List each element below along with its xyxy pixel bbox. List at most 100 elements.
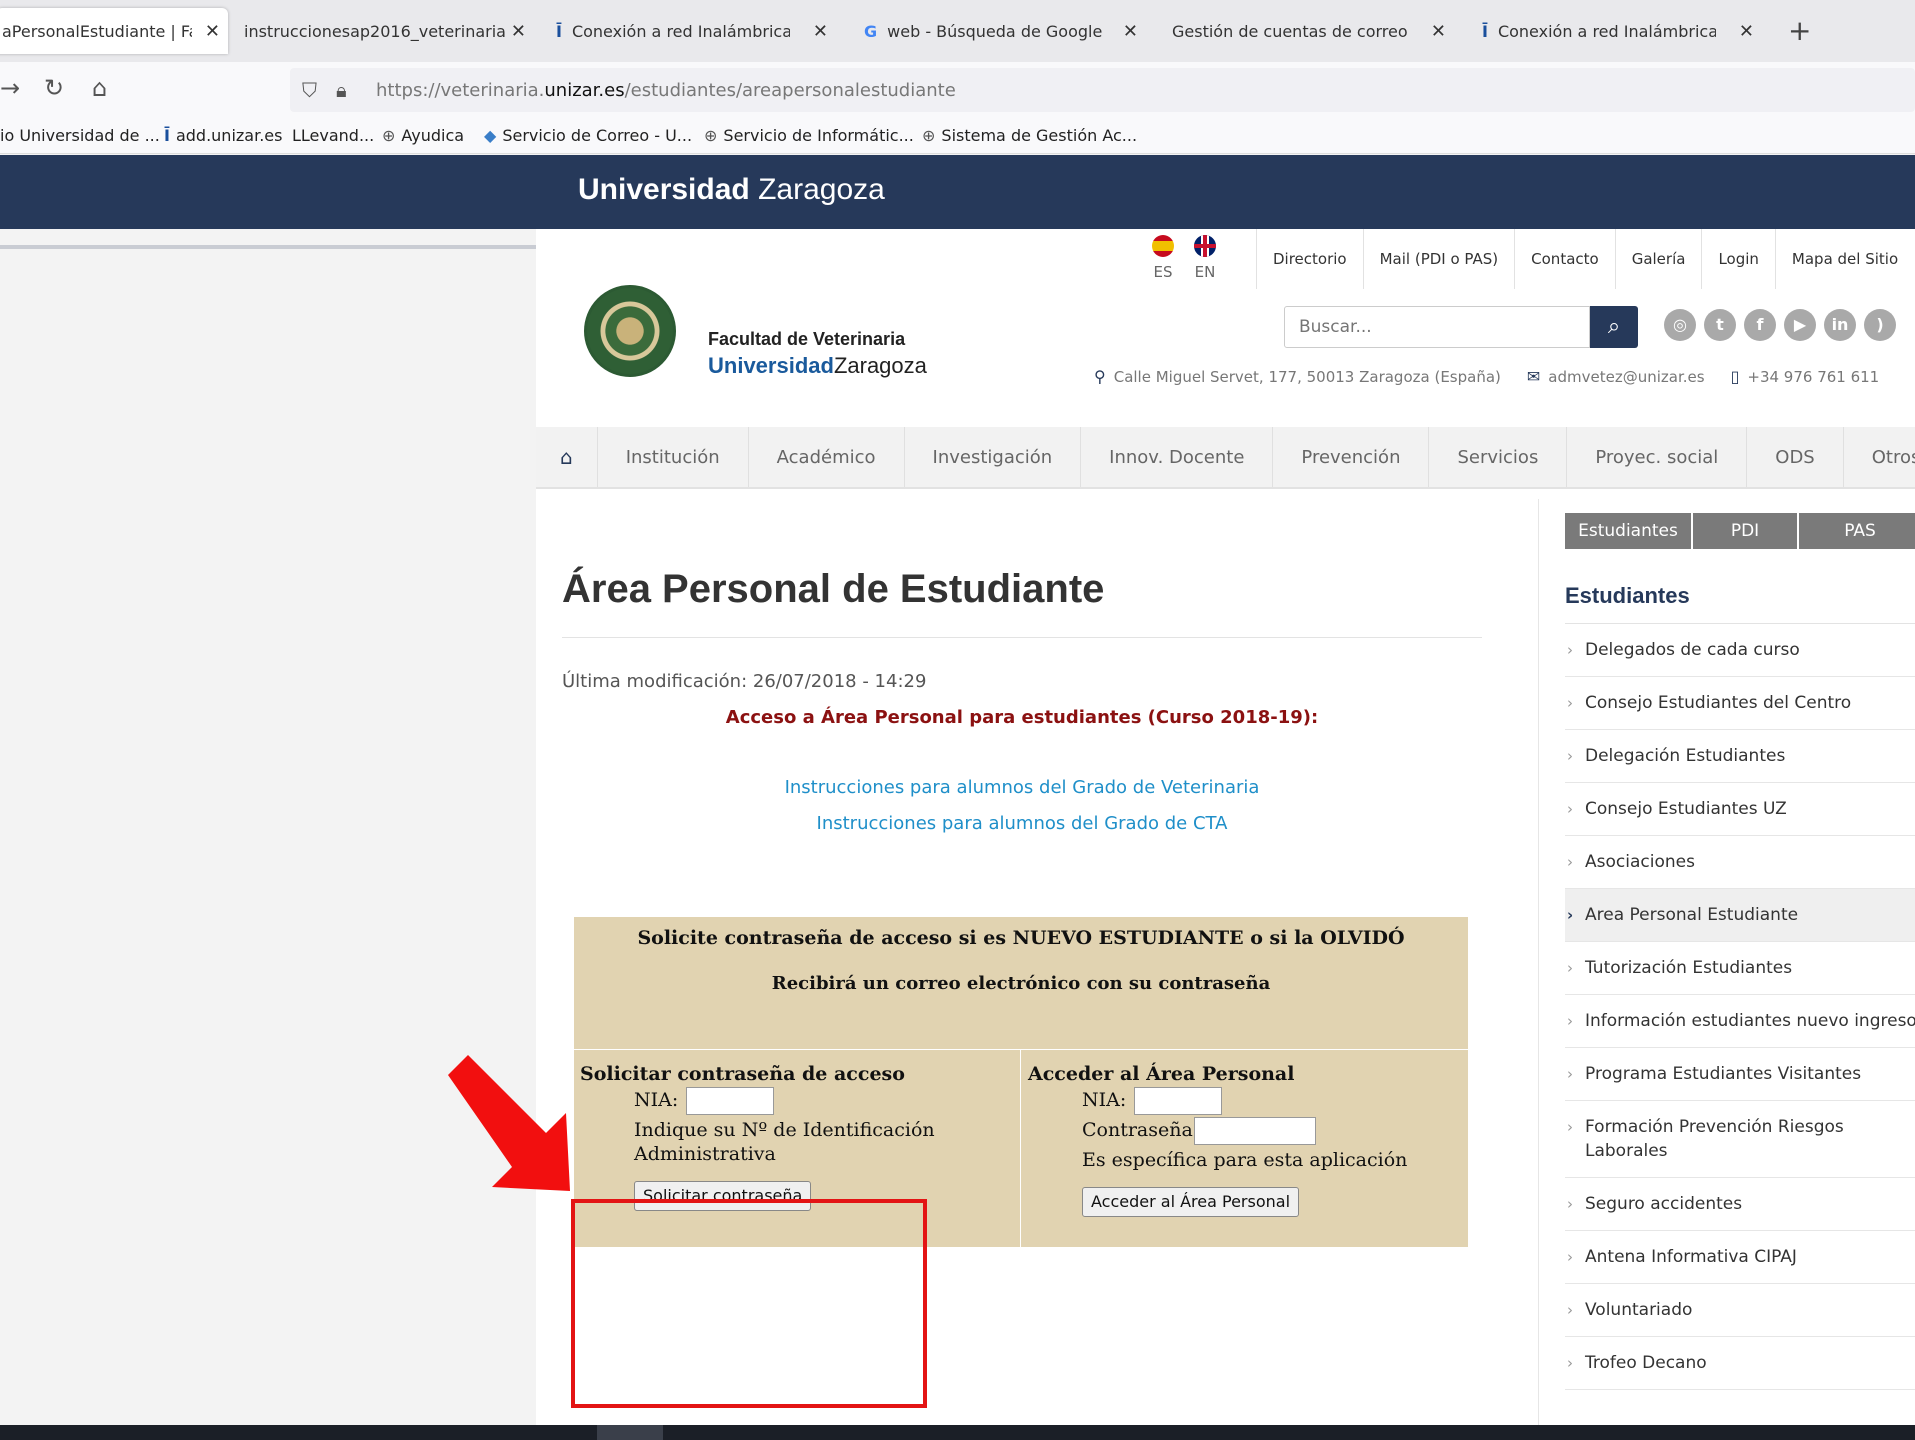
browser-tab[interactable]: Gestión de cuentas de correo ✕ bbox=[1172, 12, 1454, 50]
tab-pdi[interactable]: PDI bbox=[1693, 513, 1797, 549]
browser-tab[interactable]: Ī Conexión a red Inalámbrica | Se ✕ bbox=[556, 12, 836, 50]
password-label: Contraseña: bbox=[1082, 1119, 1200, 1141]
sidebar-item[interactable]: › Consejo Estudiantes del Centro bbox=[1565, 677, 1915, 730]
top-link-login[interactable]: Login bbox=[1701, 229, 1774, 289]
browser-tab[interactable]: Ī Conexión a red Inalámbrica | Se ✕ bbox=[1482, 12, 1762, 50]
nav-innov-docente[interactable]: Innov. Docente bbox=[1081, 427, 1274, 487]
nav-investigacion[interactable]: Investigación bbox=[905, 427, 1082, 487]
reload-icon[interactable]: ↻ bbox=[44, 74, 64, 102]
chevron-right-icon: › bbox=[1567, 1248, 1573, 1266]
browser-tab-active[interactable]: aPersonalEstudiante | Facult ✕ bbox=[0, 8, 228, 54]
top-link-mail[interactable]: Mail (PDI o PAS) bbox=[1362, 229, 1515, 289]
nav-otros[interactable]: Otros bbox=[1844, 427, 1915, 487]
forward-icon[interactable]: → bbox=[0, 74, 20, 102]
sidebar: Estudiantes PDI PAS Estudiantes › Delegad… bbox=[1538, 499, 1915, 1425]
lang-es[interactable]: ES bbox=[1148, 235, 1178, 281]
top-link-galeria[interactable]: Galería bbox=[1614, 229, 1702, 289]
bookmark-item[interactable]: ⊕ Servicio de Informátic... bbox=[704, 126, 914, 145]
sidebar-item[interactable]: › Tutorización Estudiantes bbox=[1565, 942, 1915, 995]
close-icon[interactable]: ✕ bbox=[511, 21, 526, 42]
top-link-directorio[interactable]: Directorio bbox=[1256, 229, 1363, 289]
sidebar-item[interactable]: › Antena Informativa CIPAJ bbox=[1565, 1231, 1915, 1284]
bookmark-item[interactable]: ◆ Servicio de Correo - U... bbox=[484, 126, 692, 145]
browser-tab[interactable]: G web - Búsqueda de Google ✕ bbox=[864, 12, 1146, 50]
contact-info: ⚲ Calle Miguel Servet, 177, 50013 Zaragoz… bbox=[1094, 367, 1905, 386]
login-button[interactable]: Acceder al Área Personal bbox=[1082, 1187, 1300, 1217]
sidebar-item-label: Formación Prevención Riesgos Laborales bbox=[1585, 1117, 1844, 1161]
bookmark-item[interactable]: io Universidad de ... bbox=[0, 126, 160, 145]
sidebar-item[interactable]: › Asociaciones bbox=[1565, 836, 1915, 889]
request-nia-input[interactable] bbox=[686, 1087, 774, 1115]
bookmark-item[interactable]: Īadd.unizar.es bbox=[164, 126, 282, 145]
faculty-seal-logo[interactable] bbox=[584, 285, 676, 377]
nav-ods[interactable]: ODS bbox=[1747, 427, 1844, 487]
sidebar-item[interactable]: › Programa Estudiantes Visitantes bbox=[1565, 1048, 1915, 1101]
close-icon[interactable]: ✕ bbox=[205, 21, 220, 42]
faculty-university[interactable]: UniversidadZaragoza bbox=[708, 353, 927, 379]
sidebar-item[interactable]: › Delegados de cada curso bbox=[1565, 624, 1915, 677]
close-icon[interactable]: ✕ bbox=[1123, 21, 1138, 42]
lock-icon[interactable]: 🔒︎ bbox=[336, 78, 347, 102]
search-icon[interactable]: ⌕ bbox=[1590, 306, 1638, 348]
faculty-name[interactable]: Facultad de Veterinaria bbox=[708, 329, 905, 350]
globe-icon: ⊕ bbox=[382, 126, 396, 145]
url-text[interactable]: https://veterinaria.unizar.es/estudiante… bbox=[376, 80, 956, 101]
taskbar-active-item[interactable] bbox=[597, 1425, 663, 1440]
close-icon[interactable]: ✕ bbox=[813, 21, 828, 42]
request-password-title: Solicitar contraseña de acceso bbox=[580, 1063, 905, 1085]
home-icon[interactable]: ⌂ bbox=[536, 427, 598, 487]
chevron-right-icon: › bbox=[1567, 641, 1573, 659]
top-link-contacto[interactable]: Contacto bbox=[1514, 229, 1615, 289]
close-icon[interactable]: ✕ bbox=[1739, 21, 1754, 42]
tab-estudiantes[interactable]: Estudiantes bbox=[1565, 513, 1691, 549]
new-tab-icon[interactable]: + bbox=[1788, 14, 1811, 47]
nav-prevencion[interactable]: Prevención bbox=[1273, 427, 1430, 487]
bookmark-item[interactable]: ⊕ Sistema de Gestión Ac... bbox=[922, 126, 1137, 145]
top-link-mapa[interactable]: Mapa del Sitio bbox=[1774, 229, 1914, 289]
close-icon[interactable]: ✕ bbox=[1431, 21, 1446, 42]
home-icon[interactable]: ⌂ bbox=[92, 74, 107, 102]
rss-icon[interactable]: ) bbox=[1864, 309, 1896, 341]
lang-en[interactable]: EN bbox=[1190, 235, 1220, 281]
address-bar[interactable]: ⛉ 🔒︎ https://veterinaria.unizar.es/estud… bbox=[290, 68, 1915, 112]
form-heading: Solicite contraseña de acceso si es NUEV… bbox=[637, 927, 1405, 949]
chevron-right-icon: › bbox=[1567, 853, 1573, 871]
instructions-link-cta[interactable]: Instrucciones para alumnos del Grado de … bbox=[562, 813, 1482, 834]
top-links: Directorio Mail (PDI o PAS) Contacto Gal… bbox=[1256, 229, 1914, 289]
chevron-right-icon: › bbox=[1567, 1195, 1573, 1213]
bookmark-item[interactable]: LLevand... bbox=[292, 126, 374, 145]
login-password-input[interactable] bbox=[1194, 1117, 1316, 1145]
university-brand[interactable]: Universidad Zaragoza bbox=[578, 173, 885, 207]
site-search: ⌕ bbox=[1284, 306, 1638, 348]
sidebar-item[interactable]: › Delegación Estudiantes bbox=[1565, 730, 1915, 783]
sidebar-item-label: Consejo Estudiantes UZ bbox=[1585, 799, 1787, 819]
sidebar-item[interactable]: › Area Personal Estudiante bbox=[1565, 889, 1915, 942]
password-hint: Es específica para esta aplicación bbox=[1082, 1149, 1408, 1171]
nav-institucion[interactable]: Institución bbox=[598, 427, 749, 487]
tab-pas[interactable]: PAS bbox=[1799, 513, 1915, 549]
shield-icon[interactable]: ⛉ bbox=[302, 78, 317, 102]
chevron-right-icon: › bbox=[1567, 1354, 1573, 1372]
bookmark-item[interactable]: ⊕ Ayudica bbox=[382, 126, 464, 145]
sidebar-item[interactable]: › Voluntariado bbox=[1565, 1284, 1915, 1337]
facebook-icon[interactable]: f bbox=[1744, 309, 1776, 341]
linkedin-icon[interactable]: in bbox=[1824, 309, 1856, 341]
youtube-icon[interactable]: ▶ bbox=[1784, 309, 1816, 341]
instagram-icon[interactable]: ◎ bbox=[1664, 309, 1696, 341]
sidebar-item[interactable]: › Información estudiantes nuevo ingreso bbox=[1565, 995, 1915, 1048]
login-nia-input[interactable] bbox=[1134, 1087, 1222, 1115]
sidebar-item[interactable]: › Consejo Estudiantes UZ bbox=[1565, 783, 1915, 836]
divider bbox=[562, 637, 1482, 638]
instructions-link-veterinaria[interactable]: Instrucciones para alumnos del Grado de … bbox=[562, 777, 1482, 798]
browser-tab[interactable]: instruccionesap2016_veterinaria.pdf ✕ bbox=[244, 12, 534, 50]
twitter-icon[interactable]: t bbox=[1704, 309, 1736, 341]
lang-label: ES bbox=[1153, 263, 1173, 281]
search-input[interactable] bbox=[1284, 306, 1590, 348]
sidebar-item[interactable]: › Formación Prevención Riesgos Laborales bbox=[1565, 1101, 1915, 1178]
nav-academico[interactable]: Académico bbox=[749, 427, 905, 487]
sidebar-item[interactable]: › Trofeo Decano bbox=[1565, 1337, 1915, 1390]
nav-proyec-social[interactable]: Proyec. social bbox=[1567, 427, 1748, 487]
email[interactable]: ✉ admvetez@unizar.es bbox=[1527, 367, 1705, 386]
nav-servicios[interactable]: Servicios bbox=[1429, 427, 1568, 487]
sidebar-item[interactable]: › Seguro accidentes bbox=[1565, 1178, 1915, 1231]
